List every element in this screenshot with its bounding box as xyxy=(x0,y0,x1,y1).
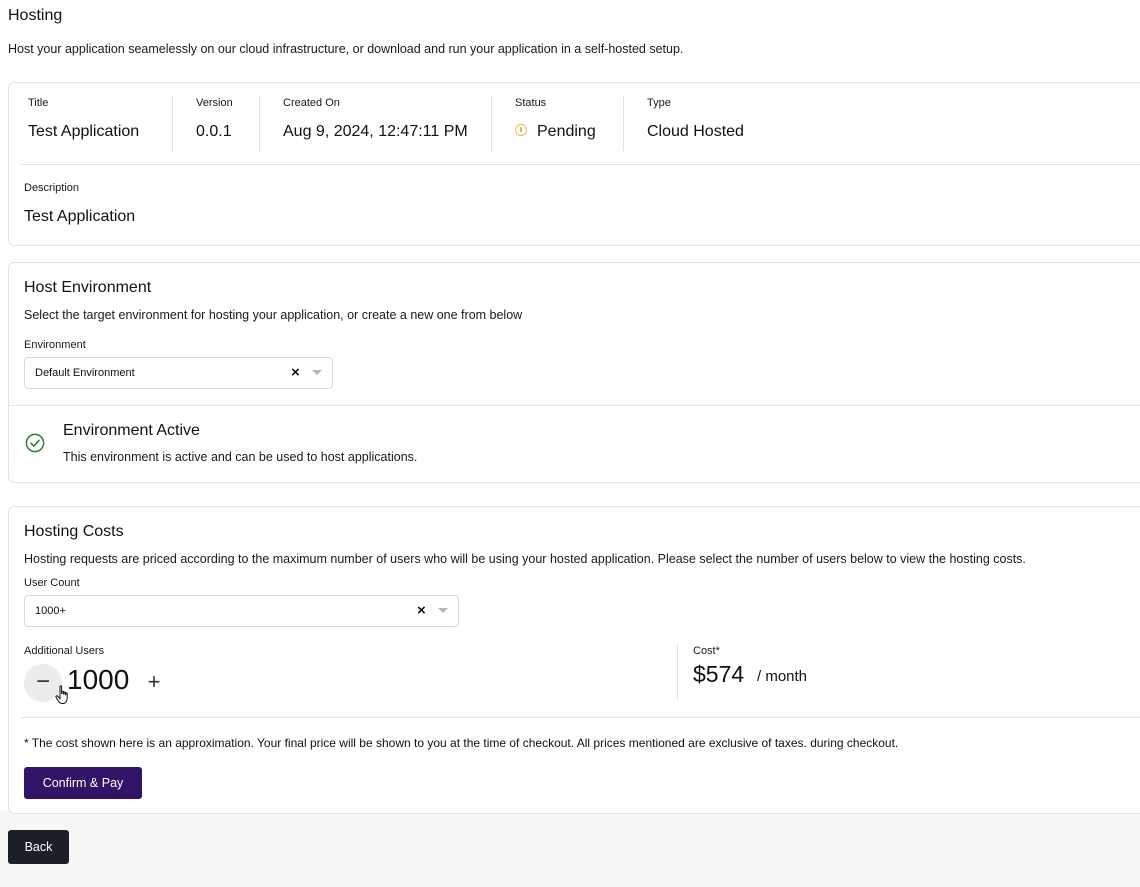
environment-label: Environment xyxy=(24,339,86,351)
type-value: Cloud Hosted xyxy=(647,123,744,140)
divider xyxy=(9,405,1140,406)
chevron-down-icon[interactable] xyxy=(438,608,448,613)
status-text: Pending xyxy=(537,123,596,140)
divider xyxy=(21,164,1140,165)
status-label: Status xyxy=(515,97,547,109)
version-label: Version xyxy=(196,97,233,109)
pending-icon xyxy=(515,123,527,136)
divider xyxy=(172,95,173,151)
title-label: Title xyxy=(28,97,49,109)
user-count-selected-value: 1000+ xyxy=(35,605,66,617)
cost-unit: / month xyxy=(757,668,808,685)
description-label: Description xyxy=(24,182,80,194)
environment-selected-value: Default Environment xyxy=(35,367,135,379)
host-environment-card: Host Environment Select the target envir… xyxy=(8,262,1140,483)
divider xyxy=(677,643,678,701)
hand-cursor-icon xyxy=(55,685,68,704)
description-value: Test Application xyxy=(24,208,136,225)
type-label: Type xyxy=(647,97,671,109)
divider xyxy=(259,95,260,151)
additional-users-label: Additional Users xyxy=(24,645,105,657)
created-on-label: Created On xyxy=(283,97,340,109)
cost-disclaimer: * The cost shown here is an approximatio… xyxy=(24,736,899,750)
divider xyxy=(623,95,624,151)
additional-users-value: 1000 xyxy=(67,664,130,695)
back-button[interactable]: Back xyxy=(8,830,69,864)
divider xyxy=(491,95,492,151)
title-value: Test Application xyxy=(28,123,140,140)
confirm-pay-button[interactable]: Confirm & Pay xyxy=(24,767,142,799)
clear-icon[interactable]: × xyxy=(291,364,300,382)
user-count-select[interactable]: 1000+ × xyxy=(24,595,459,627)
created-on-value: Aug 9, 2024, 12:47:11 PM xyxy=(283,123,468,140)
status-value: Pending xyxy=(515,123,596,141)
cost-value: $574 xyxy=(693,661,745,687)
check-circle-icon xyxy=(25,433,45,453)
page-subtitle: Host your application seamelessly on our… xyxy=(8,42,684,56)
application-meta-row: Title Test Application Version 0.0.1 Cre… xyxy=(9,83,1140,165)
hosting-costs-card: Hosting Costs Hosting requests are price… xyxy=(8,506,1140,814)
page-title: Hosting xyxy=(8,7,63,24)
hosting-costs-description: Hosting requests are priced according to… xyxy=(24,552,1026,566)
clear-icon[interactable]: × xyxy=(417,602,426,620)
hosting-costs-heading: Hosting Costs xyxy=(24,523,124,540)
user-count-label: User Count xyxy=(24,577,80,589)
environment-select[interactable]: Default Environment × xyxy=(24,357,333,389)
application-details-card: Title Test Application Version 0.0.1 Cre… xyxy=(8,82,1140,246)
version-value: 0.0.1 xyxy=(196,123,232,140)
host-environment-description: Select the target environment for hostin… xyxy=(24,308,523,322)
divider xyxy=(21,717,1140,718)
increment-button[interactable]: + xyxy=(143,670,165,696)
environment-status-heading: Environment Active xyxy=(63,422,200,439)
page-footer-area xyxy=(0,810,1140,887)
cost-label: Cost* xyxy=(693,645,720,657)
host-environment-heading: Host Environment xyxy=(24,279,152,296)
environment-status-text: This environment is active and can be us… xyxy=(63,450,418,464)
chevron-down-icon[interactable] xyxy=(312,370,322,375)
